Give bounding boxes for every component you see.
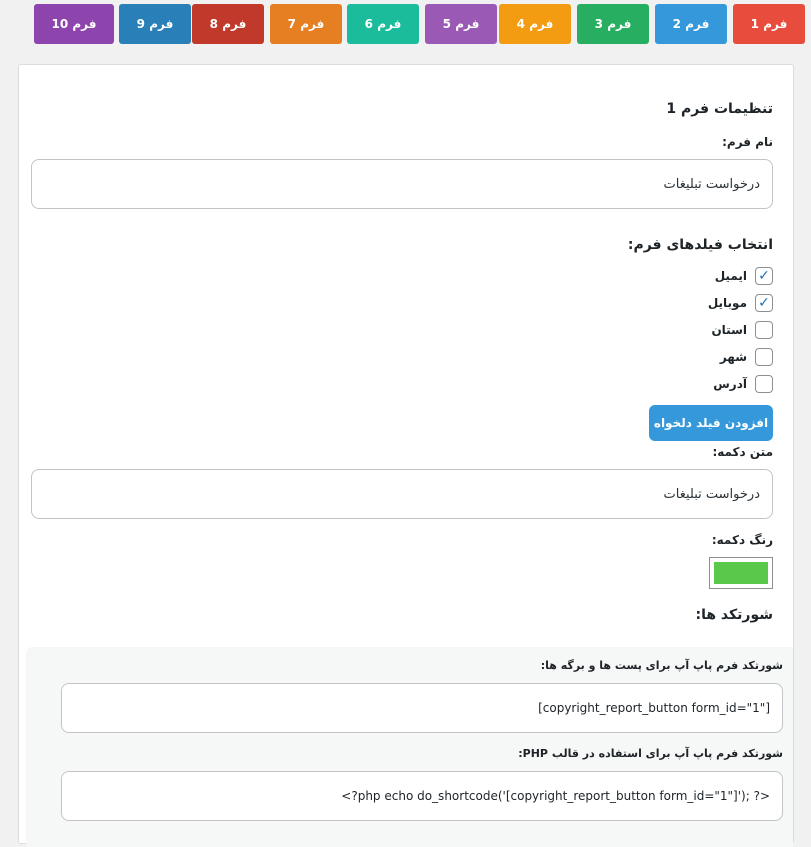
- tab-form-9[interactable]: فرم 9: [119, 4, 191, 44]
- field-option-label: استان: [711, 323, 747, 337]
- field-checkbox[interactable]: [755, 321, 773, 339]
- field-checkbox[interactable]: [755, 348, 773, 366]
- field-option-label: موبایل: [707, 296, 747, 310]
- field-option[interactable]: آدرس: [713, 373, 773, 395]
- field-option-label: شهر: [719, 350, 747, 364]
- form-name-label: نام فرم:: [722, 135, 773, 149]
- tab-form-2[interactable]: فرم 2: [655, 4, 727, 44]
- tab-form-10[interactable]: فرم 10: [34, 4, 114, 44]
- field-option-label: ایمیل: [714, 269, 747, 283]
- button-color-label: رنگ دکمه:: [711, 533, 773, 547]
- settings-title: تنظیمات فرم 1: [666, 101, 773, 117]
- tab-form-4[interactable]: فرم 4: [499, 4, 571, 44]
- post-shortcode-value: [copyright_report_button form_id="1"]: [538, 701, 770, 715]
- field-checkbox[interactable]: ✓: [755, 294, 773, 312]
- tab-form-5[interactable]: فرم 5: [425, 4, 497, 44]
- shortcodes-box: شورتکد فرم پاپ آپ برای پست ها و برگه ها:…: [26, 647, 793, 847]
- button-color-picker[interactable]: [709, 557, 773, 589]
- form-name-input[interactable]: درخواست تبلیغات: [31, 159, 773, 209]
- color-swatch: [714, 562, 768, 584]
- post-shortcode-label: شورتکد فرم پاپ آپ برای پست ها و برگه ها:: [540, 659, 783, 672]
- form-tabs: فرم 1 فرم 2 فرم 3 فرم 4 فرم 5 فرم 6 فرم 7 فرم 8…: [0, 4, 811, 44]
- tab-form-7[interactable]: فرم 7: [270, 4, 342, 44]
- post-shortcode-field[interactable]: [copyright_report_button form_id="1"]: [61, 683, 783, 733]
- tab-form-3[interactable]: فرم 3: [577, 4, 649, 44]
- fields-title: انتخاب فیلدهای فرم:: [627, 237, 773, 253]
- field-checkbox[interactable]: [755, 375, 773, 393]
- field-option-label: آدرس: [713, 377, 747, 391]
- button-text-input[interactable]: درخواست تبلیغات: [31, 469, 773, 519]
- php-shortcode-label: شورتکد فرم پاپ آپ برای استفاده در قالب P…: [518, 747, 783, 760]
- tab-form-8[interactable]: فرم 8: [192, 4, 264, 44]
- settings-panel: تنظیمات فرم 1 نام فرم: درخواست تبلیغات ا…: [18, 64, 794, 847]
- tab-form-1[interactable]: فرم 1: [733, 4, 805, 44]
- php-shortcode-field[interactable]: <?php echo do_shortcode('[copyright_repo…: [61, 771, 783, 821]
- add-custom-field-button[interactable]: افزودن فیلد دلخواه: [649, 405, 773, 441]
- field-option[interactable]: شهر: [720, 346, 773, 368]
- field-option[interactable]: ✓ ایمیل: [715, 265, 773, 287]
- tab-form-6[interactable]: فرم 6: [347, 4, 419, 44]
- shortcodes-title: شورتکد ها:: [695, 607, 773, 623]
- field-option[interactable]: ✓ موبایل: [708, 292, 773, 314]
- field-option[interactable]: استان: [711, 319, 773, 341]
- php-shortcode-value: <?php echo do_shortcode('[copyright_repo…: [341, 789, 770, 803]
- field-checkbox[interactable]: ✓: [755, 267, 773, 285]
- button-text-label: متن دکمه:: [712, 445, 773, 459]
